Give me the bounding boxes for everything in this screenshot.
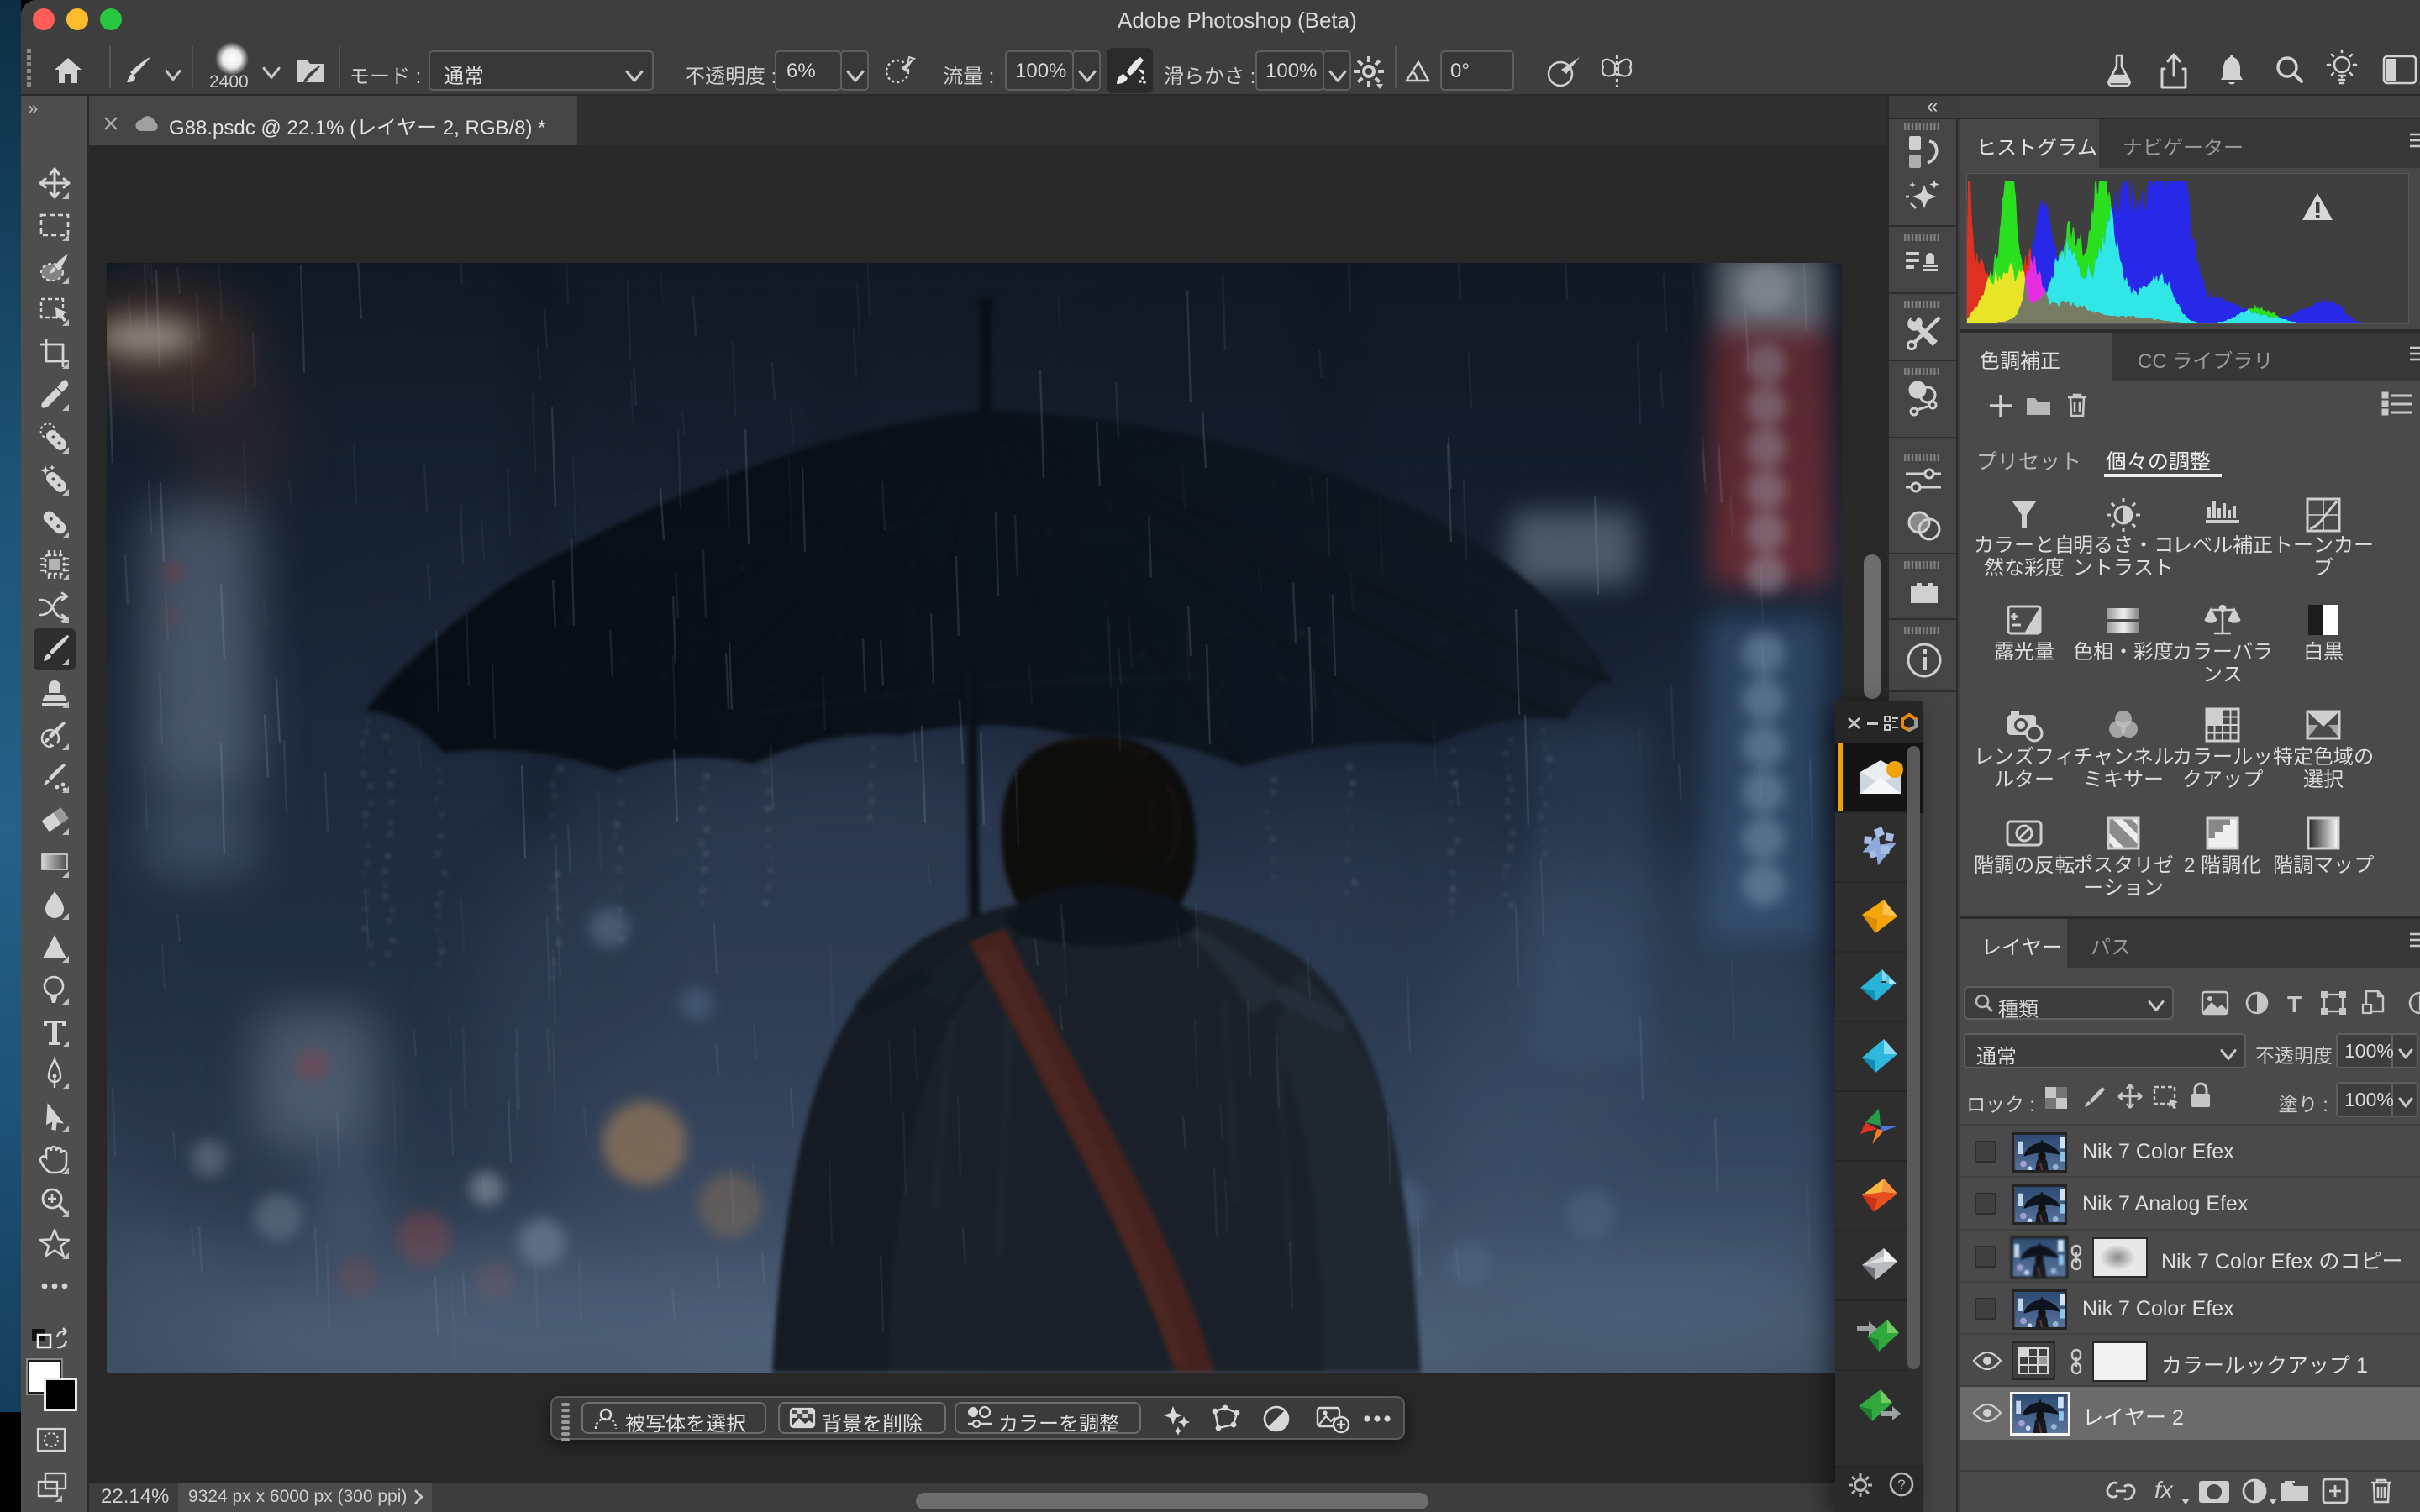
svg-text:?: ? (1897, 1477, 1905, 1493)
